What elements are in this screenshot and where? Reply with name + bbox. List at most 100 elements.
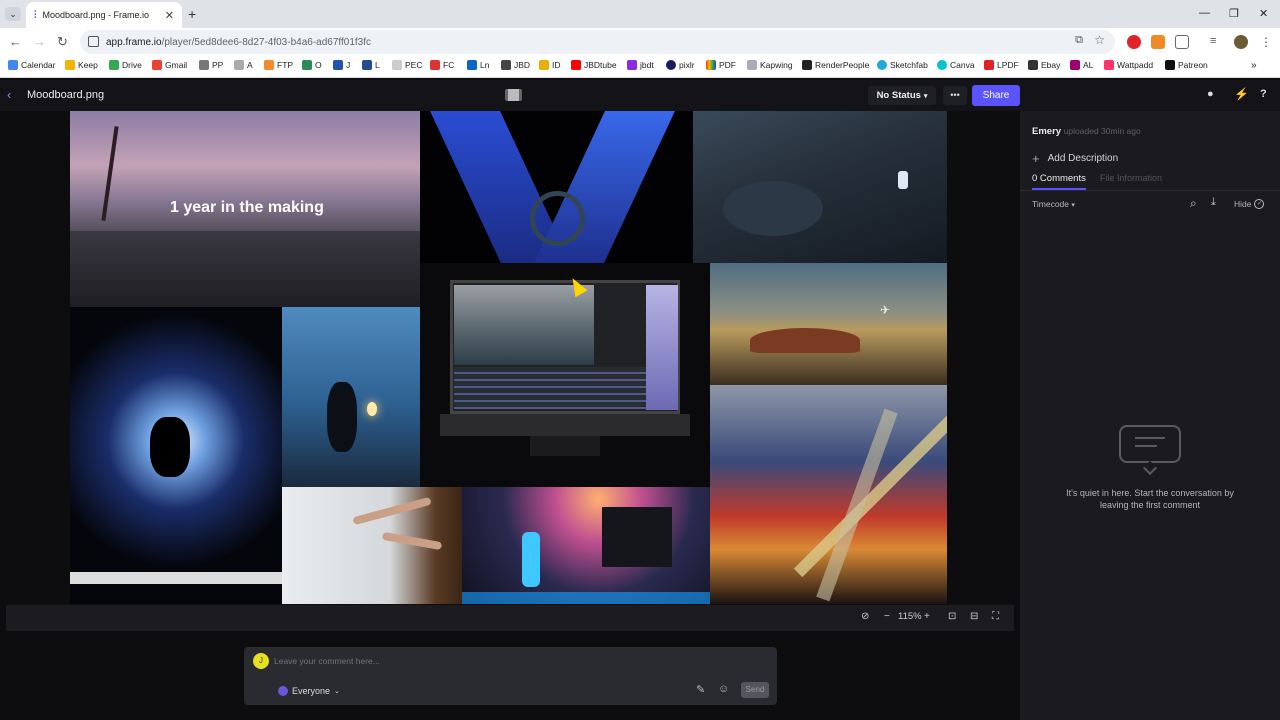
chevron-down-icon: ▾ [923,92,928,100]
add-description-button[interactable]: + Add Description [1032,151,1118,166]
reading-list-icon[interactable]: ≡ [1210,35,1224,49]
more-bookmarks-icon[interactable]: » [1251,60,1257,71]
fullscreen-icon[interactable]: ⛶ [992,611,999,622]
bookmark-item[interactable]: J [333,60,350,70]
bookmark-item[interactable]: JBDtube [571,60,617,70]
send-button[interactable]: Send [741,682,769,698]
comment-input[interactable] [274,653,764,669]
chevron-down-icon: ⌄ [334,688,340,695]
bookmark-item[interactable]: Gmail [152,60,187,70]
user-icon[interactable]: ● [1207,88,1214,100]
bookmark-item[interactable]: Kapwing [747,60,793,70]
neon-dancer-photo [462,487,710,604]
bookmark-item[interactable]: PEC [392,60,422,70]
bookmark-item[interactable]: Wattpadd [1104,60,1153,70]
browser-menu-icon[interactable]: ⋮ [1260,35,1274,49]
bookmark-item[interactable]: Ebay [1028,60,1060,70]
share-button[interactable]: Share [972,85,1020,106]
fit-view-icon[interactable]: ⊡ [948,611,956,622]
annotation-toggle-icon[interactable]: ⊘ [861,611,869,622]
sidebar-divider [1020,190,1280,191]
check-circle-icon: ✓ [1254,199,1265,209]
zoom-out-button[interactable]: − [884,611,890,622]
close-tab-icon[interactable]: ✕ [165,9,174,22]
bookmark-item[interactable]: O [302,60,322,70]
reload-icon[interactable]: ↻ [57,34,68,50]
bookmark-item[interactable]: pixlr [666,60,695,70]
bookmark-item[interactable]: LPDF [984,60,1019,70]
globe-icon [278,686,288,696]
audience-dropdown[interactable]: Everyone ⌄ [278,684,340,698]
bookmark-item[interactable]: L [362,60,380,70]
upload-time: uploaded 30min ago [1063,126,1141,136]
bookmark-item[interactable]: Keep [65,60,98,70]
zoom-in-button[interactable]: + [924,611,930,622]
profile-avatar[interactable] [1234,35,1248,49]
search-icon[interactable]: ⌕ [1190,196,1197,211]
x-motorcycle-photo [420,111,692,263]
bookmark-item[interactable]: RenderPeople [802,60,869,70]
player-header: ‹ Moodboard.png No Status ▾ ••• Share ● … [0,80,1280,111]
bookmark-item[interactable]: jbdt [627,60,654,70]
bookmark-item[interactable]: FC [430,60,454,70]
bookmark-item[interactable]: ID [539,60,561,70]
timecode-sort-dropdown[interactable]: Timecode ▾ [1032,199,1075,209]
commenter-avatar: J [253,653,269,669]
bookmark-item[interactable]: Sketchfab [877,60,928,70]
install-app-icon[interactable]: ⧉ [1075,34,1083,47]
frameio-favicon-icon: ⫶ [34,9,37,21]
bookmark-item[interactable]: Drive [109,60,142,70]
compare-view-icon[interactable] [505,89,522,101]
lightning-icon[interactable]: ⚡ [1234,87,1249,101]
download-icon[interactable]: ⤓ [1211,196,1216,209]
emoji-icon[interactable]: ☺ [718,683,729,695]
zoom-level[interactable]: 115% [898,611,922,622]
more-options-button[interactable]: ••• [943,86,967,105]
tab-search-button[interactable]: ⌄ [5,7,21,21]
empty-comments-icon [1119,425,1181,476]
forward-icon[interactable]: → [33,34,46,49]
bookmark-item[interactable]: PDF [706,60,736,70]
status-label: No Status [876,90,921,101]
chevron-down-icon: ▾ [1071,202,1075,209]
tab-comments[interactable]: 0 Comments [1032,173,1086,190]
bookmark-item[interactable]: JBD [501,60,530,70]
back-icon[interactable]: ← [9,34,22,49]
draw-annotation-icon[interactable]: ✎ [696,683,705,696]
bookmark-item[interactable]: A [234,60,253,70]
hide-completed-toggle[interactable]: Hide ✓ [1234,199,1265,209]
tab-title: Moodboard.png - Frame.io [42,10,150,20]
bookmark-star-icon[interactable]: ☆ [1094,33,1105,47]
bookmark-item[interactable]: Calendar [8,60,56,70]
maximize-icon[interactable]: ❐ [1229,7,1239,20]
bookmark-item[interactable]: Canva [937,60,975,70]
new-tab-button[interactable]: + [188,6,196,22]
moodboard-image: 1 year in the making ✈ [70,111,947,604]
extensions-icon[interactable] [1175,35,1189,49]
skater-silhouette-photo [70,307,282,604]
actual-size-icon[interactable]: ⊟ [970,611,978,622]
close-window-icon[interactable]: ✕ [1259,7,1268,20]
bookmark-item[interactable]: FTP [264,60,293,70]
metamask-extension-icon[interactable] [1151,35,1165,49]
opera-extension-icon[interactable] [1127,35,1141,49]
motorcycle-closeup-photo [693,111,947,263]
overlay-caption: 1 year in the making [170,199,324,216]
help-icon[interactable]: ? [1260,88,1267,100]
lantern-photo [282,307,420,487]
tab-file-information[interactable]: File Information [1100,173,1162,183]
minimize-icon[interactable]: — [1199,7,1210,19]
bookmark-item[interactable]: Patreon [1165,60,1208,70]
bookmarks-bar: Calendar Keep Drive Gmail PP A FTP O J L… [0,56,1280,78]
back-chevron-icon[interactable]: ‹ [7,87,11,102]
status-dropdown[interactable]: No Status ▾ [868,86,936,105]
bookmark-item[interactable]: Ln [467,60,489,70]
empty-comments-message: It's quiet in here. Start the conversati… [1066,488,1234,510]
bookmark-item[interactable]: PP [199,60,223,70]
uploader-name: Emery [1032,126,1062,137]
site-info-icon[interactable] [88,36,99,47]
bookmark-item[interactable]: AL [1070,60,1093,70]
address-bar[interactable]: app.frame.io/player/5ed8dee6-8d27-4f03-b… [80,30,1115,54]
url-path: /player/5ed8dee6-8d27-4f03-b4a6-ad67ff01… [161,36,372,48]
browser-tab[interactable]: ⫶ Moodboard.png - Frame.io ✕ [26,2,182,28]
